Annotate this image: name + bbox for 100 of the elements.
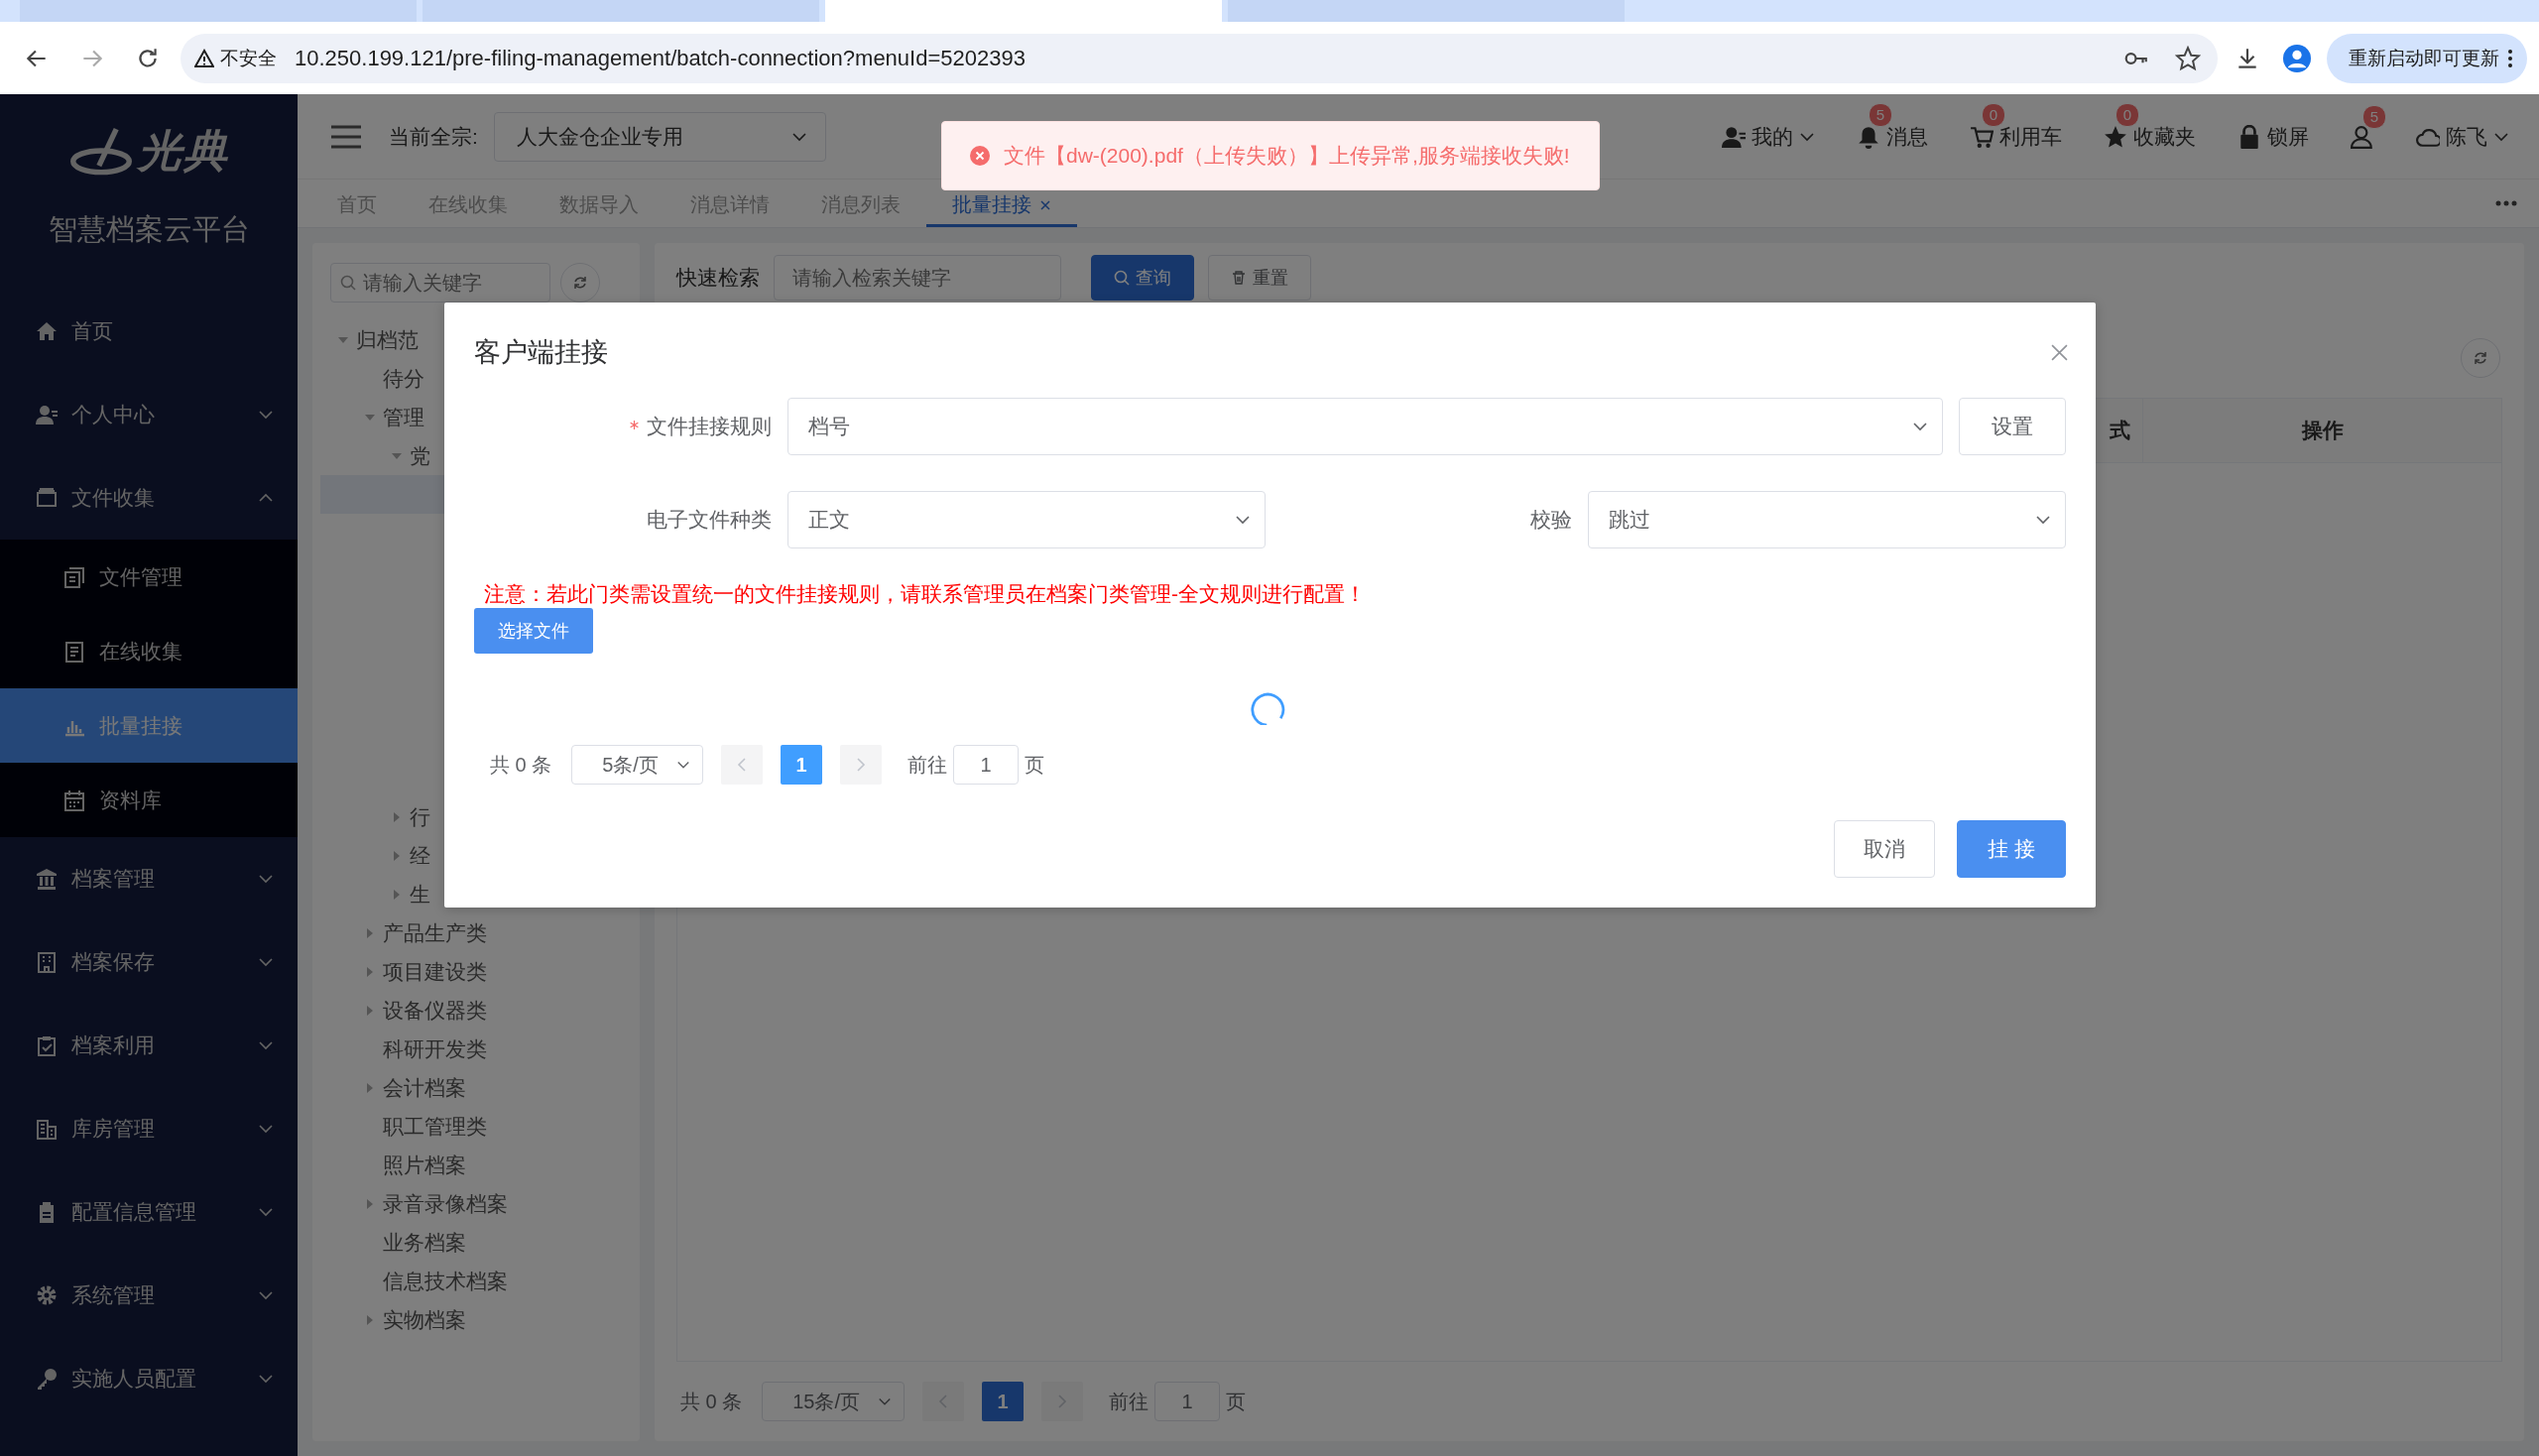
tree-node[interactable]: 产品生产类 bbox=[383, 918, 487, 947]
previous-page-button[interactable] bbox=[922, 1382, 965, 1421]
menu-item[interactable]: 文件收集 bbox=[0, 456, 298, 540]
tree-node[interactable]: 行 bbox=[410, 802, 430, 831]
security-label[interactable]: 不安全 bbox=[220, 45, 277, 71]
update-button[interactable]: 重新启动即可更新 bbox=[2327, 33, 2527, 83]
chevron-down-icon bbox=[1235, 513, 1251, 527]
count-badge: 5 bbox=[2362, 104, 2386, 129]
chevron-right-icon bbox=[1057, 1395, 1068, 1408]
bell-icon[interactable] bbox=[1857, 124, 1880, 149]
chevron-down-icon bbox=[1912, 420, 1928, 433]
building-icon bbox=[36, 951, 58, 973]
page-input[interactable]: 1 bbox=[952, 745, 1019, 785]
menu-item[interactable]: 个人中心 bbox=[0, 373, 298, 456]
close-icon[interactable] bbox=[1039, 198, 1051, 211]
tree-node[interactable]: 会计档案 bbox=[383, 1073, 466, 1102]
reset-button[interactable]: 重置 bbox=[1208, 255, 1311, 301]
user-icon[interactable] bbox=[1722, 124, 1746, 149]
page-button[interactable]: 1 bbox=[982, 1382, 1025, 1421]
select-field[interactable]: 档号 bbox=[787, 398, 1943, 455]
field-label: 校验 bbox=[1530, 508, 1572, 531]
dialog-title: 客户端挂接 bbox=[474, 336, 608, 369]
menu-item[interactable]: 档案利用 bbox=[0, 1004, 298, 1087]
total-count: 共 0 条 bbox=[680, 1389, 743, 1414]
menu-item[interactable]: 系统管理 bbox=[0, 1254, 298, 1337]
previous-page-button[interactable] bbox=[720, 745, 763, 785]
search-field[interactable]: 请输入关键字 bbox=[330, 263, 550, 303]
count-badge: 0 bbox=[2116, 102, 2139, 127]
page-button[interactable]: 1 bbox=[780, 745, 822, 785]
tree-node[interactable]: 党 bbox=[410, 441, 430, 470]
url-text[interactable]: 10.250.199.121/pre-filing-management/batch-connection?menuId=5202393 bbox=[295, 45, 2105, 71]
menu-item[interactable]: 配置信息管理 bbox=[0, 1170, 298, 1254]
menu-item[interactable]: 首页 bbox=[0, 290, 298, 373]
tree-node[interactable]: 经 bbox=[410, 841, 430, 870]
search-button[interactable]: 查询 bbox=[1091, 255, 1194, 301]
page-size-select[interactable]: 5条/页 bbox=[571, 745, 703, 785]
quick-search-label: 快速检索 bbox=[676, 265, 760, 291]
tree-node[interactable]: 照片档案 bbox=[383, 1151, 466, 1179]
tree-node[interactable]: 实物档案 bbox=[383, 1305, 466, 1334]
more-icon[interactable] bbox=[2495, 200, 2517, 206]
menu-item[interactable]: 资料库 bbox=[0, 763, 298, 837]
tree-node[interactable]: 归档范 bbox=[356, 325, 419, 354]
star-icon[interactable] bbox=[2175, 45, 2201, 71]
next-page-button[interactable] bbox=[1041, 1382, 1084, 1421]
menu-item[interactable]: 文件管理 bbox=[0, 540, 298, 614]
warning-icon bbox=[194, 48, 214, 68]
settings-icon bbox=[36, 1284, 58, 1306]
user-icon bbox=[36, 404, 58, 425]
header-link[interactable]: 我的 bbox=[1752, 122, 1793, 151]
tree-node[interactable]: 业务档案 bbox=[383, 1228, 466, 1257]
menu-item[interactable]: 档案保存 bbox=[0, 920, 298, 1004]
menu-item[interactable]: 在线收集 bbox=[0, 614, 298, 688]
menu-item[interactable]: 批量挂接 bbox=[0, 688, 298, 763]
menu-item[interactable]: 档案管理 bbox=[0, 837, 298, 920]
error-icon bbox=[970, 146, 990, 166]
close-icon[interactable] bbox=[2051, 343, 2068, 361]
select-file-button[interactable]: 选择文件 bbox=[474, 608, 593, 654]
lock-icon[interactable] bbox=[2237, 124, 2261, 149]
settings-button[interactable]: 设置 bbox=[1959, 398, 2066, 455]
menu-icon[interactable] bbox=[331, 124, 361, 149]
attach-button[interactable]: 挂 接 bbox=[1957, 820, 2066, 878]
bank-icon bbox=[36, 868, 58, 890]
brand-name: 光典 bbox=[138, 125, 229, 177]
tree-node[interactable]: 管理 bbox=[383, 403, 424, 431]
tree-node[interactable]: 设备仪器类 bbox=[383, 996, 487, 1025]
tree-node[interactable]: 录音录像档案 bbox=[383, 1189, 508, 1218]
documents-icon bbox=[63, 565, 85, 588]
tree-node[interactable]: 待分 bbox=[383, 364, 424, 393]
tree-node[interactable]: 项目建设类 bbox=[383, 957, 487, 986]
logo-mark-icon bbox=[68, 126, 134, 177]
fonds-select[interactable]: 人大金仓企业专用 bbox=[493, 111, 826, 162]
tree-node[interactable]: 职工管理类 bbox=[383, 1112, 487, 1141]
tree-node[interactable]: 科研开发类 bbox=[383, 1034, 487, 1063]
cart-icon[interactable] bbox=[1970, 124, 1994, 149]
menu-item[interactable]: 实施人员配置 bbox=[0, 1337, 298, 1420]
page-suffix: 页 bbox=[1226, 1389, 1247, 1414]
select-field[interactable]: 正文 bbox=[787, 491, 1266, 548]
profile-icon[interactable] bbox=[2283, 44, 2311, 72]
user-icon[interactable] bbox=[2351, 124, 2374, 149]
column-header: 式 bbox=[2110, 418, 2130, 443]
page-input[interactable]: 1 bbox=[1154, 1382, 1221, 1421]
cancel-button[interactable]: 取消 bbox=[1834, 820, 1935, 878]
count-badge: 0 bbox=[1982, 102, 2005, 127]
column-header: 操作 bbox=[2301, 418, 2344, 443]
select-field[interactable]: 跳过 bbox=[1588, 491, 2066, 548]
menu-item[interactable]: 库房管理 bbox=[0, 1087, 298, 1170]
refresh-icon bbox=[572, 275, 588, 291]
goto-label: 前往 bbox=[1109, 1389, 1149, 1414]
star-icon[interactable] bbox=[2104, 124, 2127, 149]
page-size-select[interactable]: 15条/页 bbox=[762, 1382, 906, 1421]
next-page-button[interactable] bbox=[839, 745, 882, 785]
keyword-field[interactable]: 请输入检索关键字 bbox=[774, 255, 1061, 301]
platform-title: 智慧档案云平台 bbox=[48, 212, 250, 247]
more-icon bbox=[2507, 48, 2513, 68]
total-count: 共 0 条 bbox=[490, 752, 552, 778]
fonds-label: 当前全宗: bbox=[389, 123, 478, 150]
header-link[interactable]: 锁屏 bbox=[2267, 122, 2309, 151]
header-link[interactable]: 陈飞 bbox=[2446, 122, 2487, 151]
tree-node[interactable]: 信息技术档案 bbox=[383, 1267, 508, 1295]
tree-node[interactable]: 生 bbox=[410, 880, 430, 909]
